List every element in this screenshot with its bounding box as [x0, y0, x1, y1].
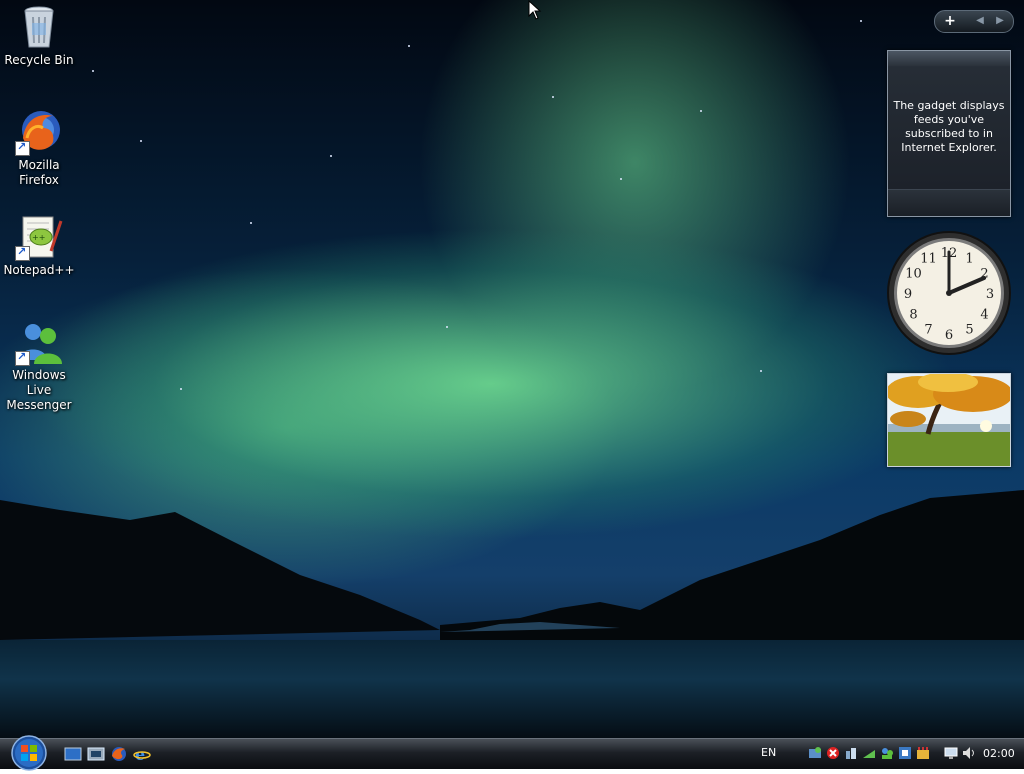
taskbar-clock[interactable]: 02:00	[983, 747, 1015, 760]
desktop-background[interactable]	[0, 0, 1024, 738]
clock-numeral: 6	[945, 328, 953, 343]
lake-reflection	[0, 640, 1024, 738]
star	[92, 70, 94, 72]
network-icon[interactable]	[862, 746, 876, 760]
desktop-icon-label: Windows Live Messenger	[6, 368, 72, 412]
show-desktop-icon[interactable]	[64, 746, 82, 762]
start-button[interactable]	[8, 735, 50, 771]
star	[330, 155, 332, 157]
clock-numeral: 7	[924, 323, 932, 338]
feed-gadget-message: The gadget displays feeds you've subscri…	[893, 99, 1005, 154]
messenger-tray-icon[interactable]	[880, 746, 894, 760]
windows-live-messenger-icon	[15, 318, 63, 366]
star	[700, 110, 702, 112]
firefox-icon	[15, 108, 63, 156]
slideshow-gadget[interactable]	[887, 373, 1011, 467]
shortcut-arrow-icon	[15, 245, 30, 261]
desktop-icon-label: Recycle Bin	[4, 53, 74, 67]
next-gadget-button[interactable]: ▶	[989, 11, 1011, 32]
display-icon[interactable]	[944, 746, 958, 760]
autumn-tree-photo	[888, 374, 1010, 466]
star	[250, 222, 252, 224]
taskbar: e EN 02:00	[0, 735, 1024, 771]
mountain-silhouette	[0, 490, 1024, 640]
clock-numeral: 4	[980, 308, 988, 323]
volume-icon[interactable]	[962, 746, 976, 760]
clock-gadget[interactable]: 121234567891011	[886, 230, 1012, 356]
star	[140, 140, 142, 142]
desktop-icon-mozilla-firefox[interactable]: Mozilla Firefox	[1, 108, 77, 188]
gadget-header	[888, 51, 1010, 66]
security-alert-icon[interactable]	[826, 746, 840, 760]
sidebar-controls: + ◀ ▶	[934, 10, 1014, 33]
previous-gadget-button[interactable]: ◀	[969, 11, 991, 32]
firefox-icon[interactable]	[110, 746, 128, 762]
mouse-cursor-icon	[528, 0, 542, 20]
clock-numeral: 10	[905, 267, 922, 282]
network-status-icon[interactable]	[808, 746, 822, 760]
clock-numeral: 11	[920, 251, 937, 266]
desktop-icon-windows-live-messenger[interactable]: Windows Live Messenger	[1, 318, 77, 413]
shield-icon[interactable]	[844, 746, 858, 760]
shortcut-arrow-icon	[15, 350, 30, 366]
clock-numeral: 5	[965, 323, 973, 338]
clock-numeral: 1	[965, 251, 973, 266]
tool-icon[interactable]	[898, 746, 912, 760]
internet-explorer-icon[interactable]: e	[133, 745, 151, 764]
star	[180, 388, 182, 390]
clock-numeral: 3	[986, 287, 994, 302]
star	[446, 326, 448, 328]
recycle-bin-icon	[15, 3, 63, 51]
shortcut-arrow-icon	[15, 140, 30, 156]
star	[620, 178, 622, 180]
star	[860, 20, 862, 22]
add-gadget-button[interactable]: +	[935, 11, 965, 32]
clock-numeral: 9	[904, 287, 912, 302]
desktop-icon-recycle-bin[interactable]: Recycle Bin	[1, 3, 77, 68]
desktop-icon-notepad-plus-plus[interactable]: ++ Notepad++	[1, 213, 77, 278]
clock-face: 121234567891011	[887, 231, 1011, 355]
desktop-icon-label: Mozilla Firefox	[18, 158, 60, 187]
star	[408, 45, 410, 47]
clock-numeral: 8	[909, 308, 917, 323]
windows-logo-icon	[11, 735, 47, 771]
update-icon[interactable]	[916, 746, 930, 760]
star	[552, 96, 554, 98]
notepad-plus-plus-icon: ++	[15, 213, 63, 261]
language-indicator[interactable]: EN	[761, 746, 776, 759]
svg-text:e: e	[135, 746, 145, 762]
feed-headlines-gadget[interactable]: The gadget displays feeds you've subscri…	[887, 50, 1011, 217]
gadget-footer	[888, 189, 1010, 216]
desktop-icon-label: Notepad++	[3, 263, 75, 277]
switch-windows-icon[interactable]	[87, 746, 105, 762]
svg-text:++: ++	[32, 233, 45, 242]
star	[760, 370, 762, 372]
